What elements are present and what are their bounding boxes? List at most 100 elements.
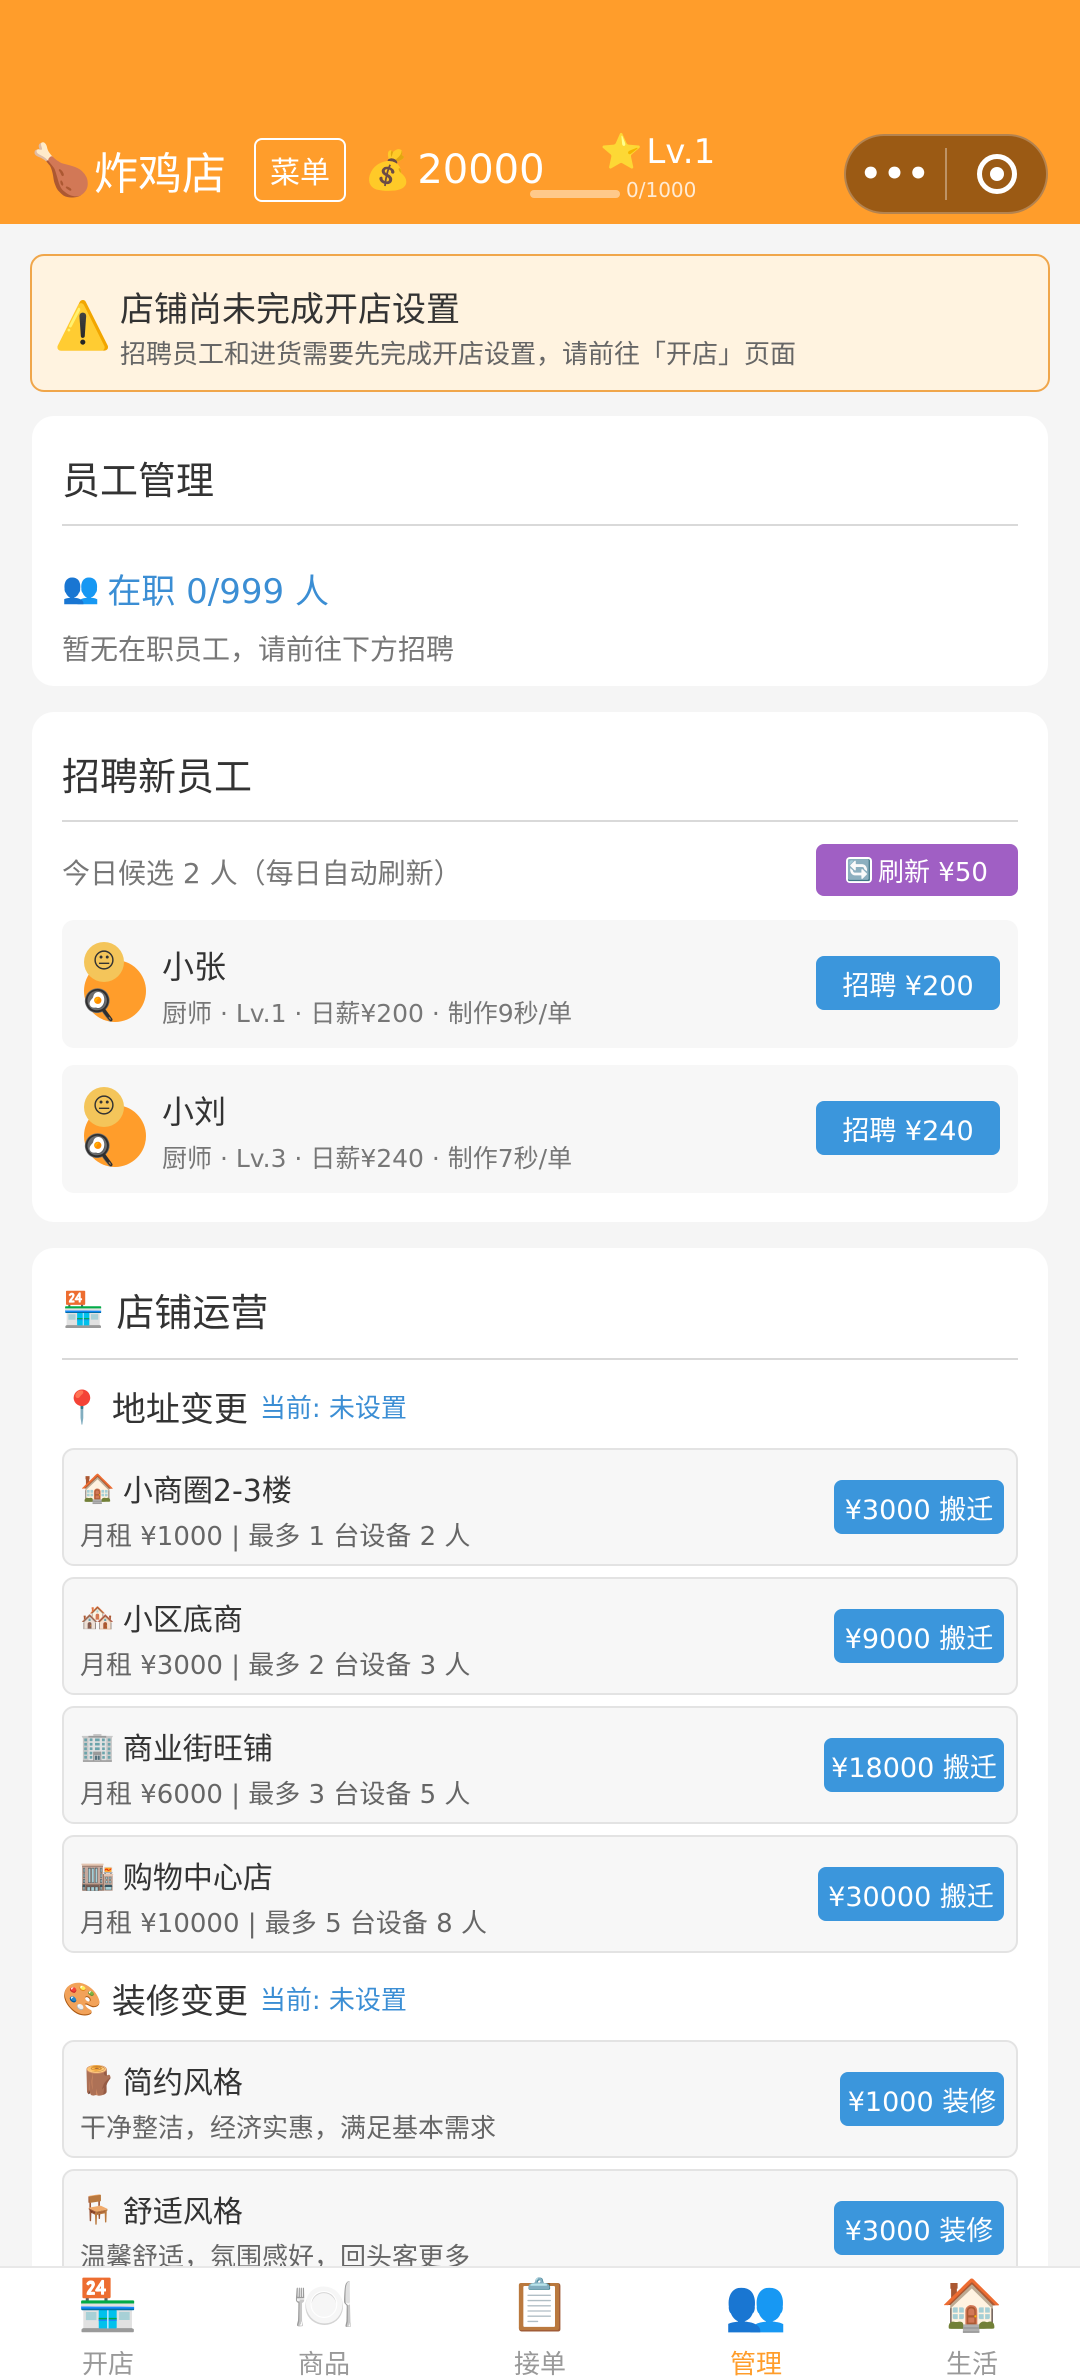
house-icon: 🏠 [940, 2276, 1004, 2334]
tab-life[interactable]: 🏠 生活 [864, 2268, 1080, 2376]
level-text: Lv.1 [646, 132, 716, 172]
address-change-title: 地址变更 [111, 1390, 248, 1430]
tab-label: 接单 [513, 2350, 566, 2376]
candidate-card: 😐 🍳 小刘 厨师 · Lv.3 · 日薪¥240 · 制作7秒/单 招聘 ¥2… [62, 1065, 1018, 1193]
relocate-button[interactable]: ¥9000 搬迁 [834, 1609, 1004, 1663]
current-decoration: 当前: 未设置 [259, 1986, 407, 2016]
tab-label: 开店 [81, 2350, 134, 2376]
divider [62, 1358, 1018, 1360]
star-icon: ⭐ [600, 132, 643, 172]
tab-label: 生活 [945, 2350, 998, 2376]
header-row: 🍗 炸鸡店 菜单 💰 20000 [30, 130, 545, 210]
current-address: 当前: 未设置 [259, 1394, 407, 1424]
refresh-label: 刷新 ¥50 [878, 857, 988, 888]
mall-icon: 🏬 [80, 1858, 115, 1892]
house-icon: 🏠 [80, 1471, 115, 1505]
level-indicator: ⭐ Lv.1 0/1000 [530, 128, 715, 208]
decoration-option-name: 舒适风格 [122, 2195, 243, 2230]
chef-avatar: 😐 🍳 [80, 1087, 146, 1169]
wood-icon: 🪵 [80, 2063, 115, 2097]
xp-progress-bar [530, 190, 620, 198]
bottom-tab-bar: 🏪 开店 🍽️ 商品 📋 接单 👥 管理 🏠 生活 [0, 2266, 1080, 2376]
chef-avatar: 😐 🍳 [80, 942, 146, 1024]
address-option: 🏬 购物中心店 月租 ¥10000 | 最多 5 台设备 8 人 ¥30000 … [62, 1835, 1018, 1953]
users-icon: 👥 [62, 571, 100, 606]
decorate-button[interactable]: ¥3000 装修 [834, 2201, 1004, 2255]
candidate-details: 厨师 · Lv.1 · 日薪¥200 · 制作9秒/单 [162, 999, 573, 1028]
decoration-change-header: 🎨 装修变更 当前: 未设置 [62, 1974, 407, 2023]
mini-program-capsule: ••• [844, 134, 1048, 214]
users-icon: 👥 [724, 2276, 788, 2334]
frying-pan-icon: 🍳 [80, 1133, 118, 1168]
office-building-icon: 🏢 [80, 1729, 115, 1763]
address-option-desc: 月租 ¥10000 | 最多 5 台设备 8 人 [80, 1909, 487, 1939]
divider [62, 524, 1018, 526]
candidate-name: 小张 [162, 948, 227, 986]
decorate-button[interactable]: ¥1000 装修 [840, 2072, 1004, 2126]
address-option-desc: 月租 ¥6000 | 最多 3 台设备 5 人 [80, 1780, 471, 1810]
relocate-button[interactable]: ¥3000 搬迁 [834, 1480, 1004, 1534]
more-options-icon[interactable]: ••• [846, 154, 945, 194]
warning-icon: ⚠️ [54, 298, 112, 352]
staff-card-title: 员工管理 [62, 459, 215, 503]
chair-icon: 🪑 [80, 2192, 115, 2226]
staff-count-text: 在职 0/999 人 [107, 572, 329, 612]
xp-text: 0/1000 [626, 178, 697, 202]
address-option-name: 商业街旺铺 [122, 1732, 273, 1767]
candidate-info: 今日候选 2 人（每日自动刷新） [62, 857, 462, 890]
frying-pan-icon: 🍳 [80, 988, 118, 1023]
money-balance: 20000 [417, 147, 545, 193]
recruit-card-title: 招聘新员工 [62, 755, 253, 799]
relocate-button[interactable]: ¥30000 搬迁 [818, 1867, 1004, 1921]
pin-icon: 📍 [62, 1387, 102, 1426]
hire-button[interactable]: 招聘 ¥200 [816, 956, 1000, 1010]
address-option: 🏘️ 小区底商 月租 ¥3000 | 最多 2 台设备 3 人 ¥9000 搬迁 [62, 1577, 1018, 1695]
staff-count: 👥 在职 0/999 人 [62, 564, 329, 613]
address-option-desc: 月租 ¥3000 | 最多 2 台设备 3 人 [80, 1651, 471, 1681]
candidate-details: 厨师 · Lv.3 · 日薪¥240 · 制作7秒/单 [162, 1144, 573, 1173]
plate-cutlery-icon: 🍽️ [292, 2276, 356, 2334]
tab-label: 商品 [297, 2350, 350, 2376]
close-target-icon[interactable] [947, 154, 1046, 194]
refresh-icon: 🔄 [846, 857, 873, 883]
operations-title: 🏪 店铺运营 [62, 1282, 268, 1337]
tab-open-shop[interactable]: 🏪 开店 [0, 2268, 216, 2376]
houses-icon: 🏘️ [80, 1600, 115, 1634]
recruit-card: 招聘新员工 今日候选 2 人（每日自动刷新） 🔄 刷新 ¥50 😐 🍳 小张 厨… [32, 712, 1048, 1222]
refresh-candidates-button[interactable]: 🔄 刷新 ¥50 [816, 844, 1018, 896]
shop-name: 炸鸡店 [94, 149, 226, 200]
drumstick-icon: 🍗 [30, 140, 93, 199]
address-option: 🏠 小商圈2-3楼 月租 ¥1000 | 最多 1 台设备 2 人 ¥3000 … [62, 1448, 1018, 1566]
hire-button[interactable]: 招聘 ¥240 [816, 1101, 1000, 1155]
tab-label: 管理 [729, 2350, 782, 2376]
staff-empty-text: 暂无在职员工，请前往下方招聘 [62, 633, 455, 666]
relocate-button[interactable]: ¥18000 搬迁 [824, 1738, 1004, 1792]
store-operations-card: 🏪 店铺运营 📍 地址变更 当前: 未设置 🏠 小商圈2-3楼 月租 ¥1000… [32, 1248, 1048, 2288]
address-change-header: 📍 地址变更 当前: 未设置 [62, 1382, 407, 1431]
decoration-change-title: 装修变更 [111, 1982, 248, 2022]
warning-title: 店铺尚未完成开店设置 [120, 290, 460, 330]
candidate-card: 😐 🍳 小张 厨师 · Lv.1 · 日薪¥200 · 制作9秒/单 招聘 ¥2… [62, 920, 1018, 1048]
store-icon: 🏪 [62, 1289, 105, 1330]
convenience-store-icon: 🏪 [76, 2276, 140, 2334]
staff-management-card: 员工管理 👥 在职 0/999 人 暂无在职员工，请前往下方招聘 [32, 416, 1048, 686]
decoration-option-desc: 干净整洁，经济实惠，满足基本需求 [80, 2114, 497, 2144]
address-option-name: 购物中心店 [122, 1861, 273, 1896]
tab-products[interactable]: 🍽️ 商品 [216, 2268, 432, 2376]
decoration-option: 🪵 简约风格 干净整洁，经济实惠，满足基本需求 ¥1000 装修 [62, 2040, 1018, 2158]
address-option-name: 小商圈2-3楼 [122, 1474, 292, 1509]
palette-icon: 🎨 [62, 1979, 102, 2018]
setup-warning-banner: ⚠️ 店铺尚未完成开店设置 招聘员工和进货需要先完成开店设置，请前往「开店」页面 [30, 254, 1050, 392]
warning-description: 招聘员工和进货需要先完成开店设置，请前往「开店」页面 [120, 340, 797, 370]
address-option-name: 小区底商 [122, 1603, 243, 1638]
money-bag-icon: 💰 [364, 147, 412, 192]
address-option-desc: 月租 ¥1000 | 最多 1 台设备 2 人 [80, 1522, 471, 1552]
decoration-option-name: 简约风格 [122, 2066, 243, 2101]
menu-button[interactable]: 菜单 [254, 138, 346, 202]
tab-management[interactable]: 👥 管理 [648, 2268, 864, 2376]
clipboard-icon: 📋 [508, 2276, 572, 2334]
address-option: 🏢 商业街旺铺 月租 ¥6000 | 最多 3 台设备 5 人 ¥18000 搬… [62, 1706, 1018, 1824]
tab-orders[interactable]: 📋 接单 [432, 2268, 648, 2376]
top-header: 🍗 炸鸡店 菜单 💰 20000 ⭐ Lv.1 0/1000 ••• [0, 0, 1080, 224]
operations-title-text: 店铺运营 [116, 1291, 269, 1335]
